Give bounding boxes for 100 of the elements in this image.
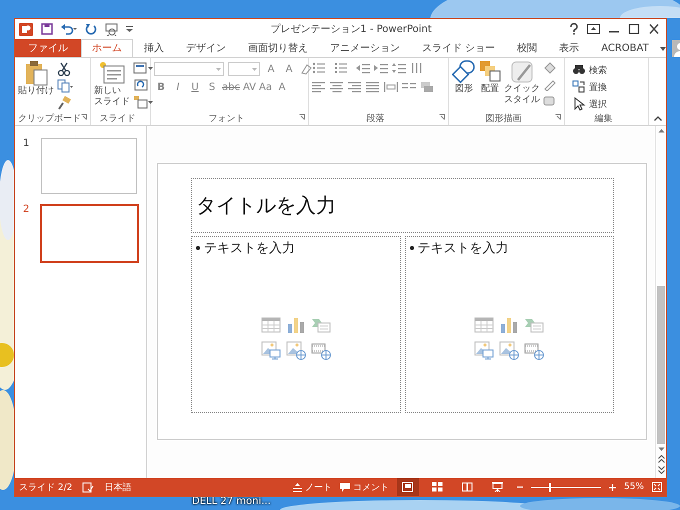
content-placeholder[interactable]: テキストを入力 [404, 236, 614, 413]
dialog-launcher-icon[interactable] [299, 114, 305, 120]
dialog-launcher-icon[interactable] [439, 114, 445, 120]
next-slide-icon[interactable] [658, 466, 664, 474]
paste-button[interactable]: 貼り付け [18, 60, 54, 112]
clear-format-icon[interactable] [300, 63, 312, 75]
save-icon[interactable] [41, 23, 53, 35]
chart-icon[interactable] [499, 316, 520, 334]
format-painter-icon[interactable] [57, 96, 71, 110]
ribbon-tab[interactable]: 校閲 [506, 39, 548, 57]
ribbon-tab[interactable]: 挿入 [133, 39, 175, 57]
outline-icon[interactable] [543, 78, 557, 91]
editing-button[interactable]: 検索 [572, 62, 607, 78]
group-label: フォント [208, 114, 244, 124]
notes-button[interactable]: ノート [292, 479, 332, 495]
effects-icon[interactable] [543, 94, 557, 107]
align-right-icon[interactable] [348, 81, 362, 93]
picture-icon[interactable] [474, 340, 494, 360]
chart-icon[interactable] [286, 316, 306, 334]
video-icon[interactable] [524, 340, 544, 360]
view-button[interactable] [396, 478, 419, 496]
notes-icon [292, 482, 302, 492]
quick-styles-button[interactable]: クイック スタイル [504, 60, 540, 112]
slide-thumbnail[interactable] [40, 204, 139, 263]
customize-icon[interactable] [126, 25, 133, 33]
title-placeholder[interactable]: タイトルを入力 [191, 178, 614, 233]
scrollbar-thumb[interactable] [657, 286, 665, 444]
zoom-level[interactable]: 55% [624, 482, 644, 492]
decrease-indent-icon[interactable] [356, 62, 370, 74]
help-icon[interactable] [569, 23, 579, 35]
fill-icon[interactable] [543, 62, 557, 75]
section-icon[interactable] [133, 95, 153, 109]
copy-icon[interactable] [57, 79, 73, 93]
smartart-convert-icon[interactable] [420, 81, 434, 93]
font-name-field[interactable] [154, 62, 224, 76]
reset-icon[interactable] [133, 78, 149, 92]
file-tab[interactable]: ファイル [15, 39, 81, 57]
font-format-button[interactable]: Aa [259, 82, 272, 93]
ribbon-tab[interactable]: ホーム [81, 39, 133, 57]
font-format-button[interactable]: U [188, 82, 202, 93]
video-icon[interactable] [310, 340, 331, 360]
align-left-icon[interactable] [312, 81, 326, 93]
dialog-launcher-icon[interactable] [81, 114, 87, 120]
dialog-launcher-icon[interactable] [555, 114, 561, 120]
table-icon[interactable] [474, 316, 494, 334]
distribute-icon[interactable] [384, 81, 398, 93]
justify-icon[interactable] [366, 81, 380, 93]
layout-icon[interactable] [133, 62, 153, 75]
comments-button[interactable]: コメント [340, 479, 389, 495]
line-spacing-icon[interactable] [392, 62, 406, 74]
new-slide-button[interactable]: 新しい スライド [94, 60, 130, 112]
editing-button[interactable]: 選択 [572, 96, 607, 112]
increase-indent-icon[interactable] [374, 62, 388, 74]
slide-thumbnail[interactable] [41, 138, 137, 194]
pointer-icon [572, 97, 586, 111]
font-shrink-button[interactable]: A [282, 64, 296, 74]
ribbon-tab[interactable]: 画面切り替え [237, 39, 319, 57]
close-icon[interactable] [648, 24, 660, 34]
font-format-button[interactable]: A [275, 82, 289, 93]
font-format-button[interactable]: S [205, 82, 219, 93]
picture-icon[interactable] [260, 340, 281, 360]
present-icon[interactable] [105, 22, 118, 36]
scissors-icon[interactable] [57, 62, 71, 76]
font-grow-button[interactable]: A [264, 64, 278, 74]
previous-slide-icon[interactable] [658, 455, 664, 463]
online-picture-icon[interactable] [499, 340, 520, 360]
ribbon-display-icon[interactable] [587, 24, 600, 34]
zoom-in-icon[interactable] [608, 484, 616, 490]
ribbon-tab[interactable]: デザイン [175, 39, 237, 57]
undo-icon[interactable] [61, 23, 77, 35]
font-format-button[interactable]: I [171, 82, 185, 93]
table-icon[interactable] [260, 316, 281, 334]
content-placeholder[interactable]: テキストを入力 [191, 236, 400, 413]
language-indicator[interactable]: 日本語 [104, 480, 132, 494]
font-size-field[interactable] [228, 62, 260, 76]
ribbon-tab[interactable]: 表示 [548, 39, 590, 57]
quick-styles-icon [510, 60, 534, 84]
font-format-button[interactable]: B [154, 82, 168, 93]
redo-icon[interactable] [85, 23, 97, 35]
maximize-icon[interactable] [628, 24, 640, 34]
caret-icon[interactable] [660, 46, 666, 50]
scroll-up-icon[interactable] [658, 128, 664, 133]
ribbon-tab[interactable]: アニメーション [319, 39, 411, 57]
font-format-button[interactable]: abc [222, 82, 240, 93]
shapes-button[interactable]: 図形 [452, 60, 476, 112]
align-center-icon[interactable] [330, 81, 344, 93]
ribbon-tab[interactable]: ACROBAT [590, 39, 660, 57]
collapse-ribbon-icon[interactable] [654, 116, 662, 121]
online-picture-icon[interactable] [286, 340, 306, 360]
slider-thumb[interactable] [548, 482, 551, 492]
font-format-button[interactable]: AV [242, 82, 256, 93]
spelling-icon[interactable] [82, 482, 94, 492]
fit-to-window-icon[interactable] [652, 482, 662, 492]
text-direction-icon[interactable] [410, 62, 424, 74]
zoom-out-icon[interactable] [516, 484, 523, 490]
editing-button[interactable]: 置換 [572, 79, 607, 95]
arrange-button[interactable]: 配置 [479, 60, 501, 112]
ribbon-tab[interactable]: スライド ショー [411, 39, 506, 57]
group-label: スライド [100, 114, 136, 124]
scroll-down-icon[interactable] [658, 447, 664, 452]
